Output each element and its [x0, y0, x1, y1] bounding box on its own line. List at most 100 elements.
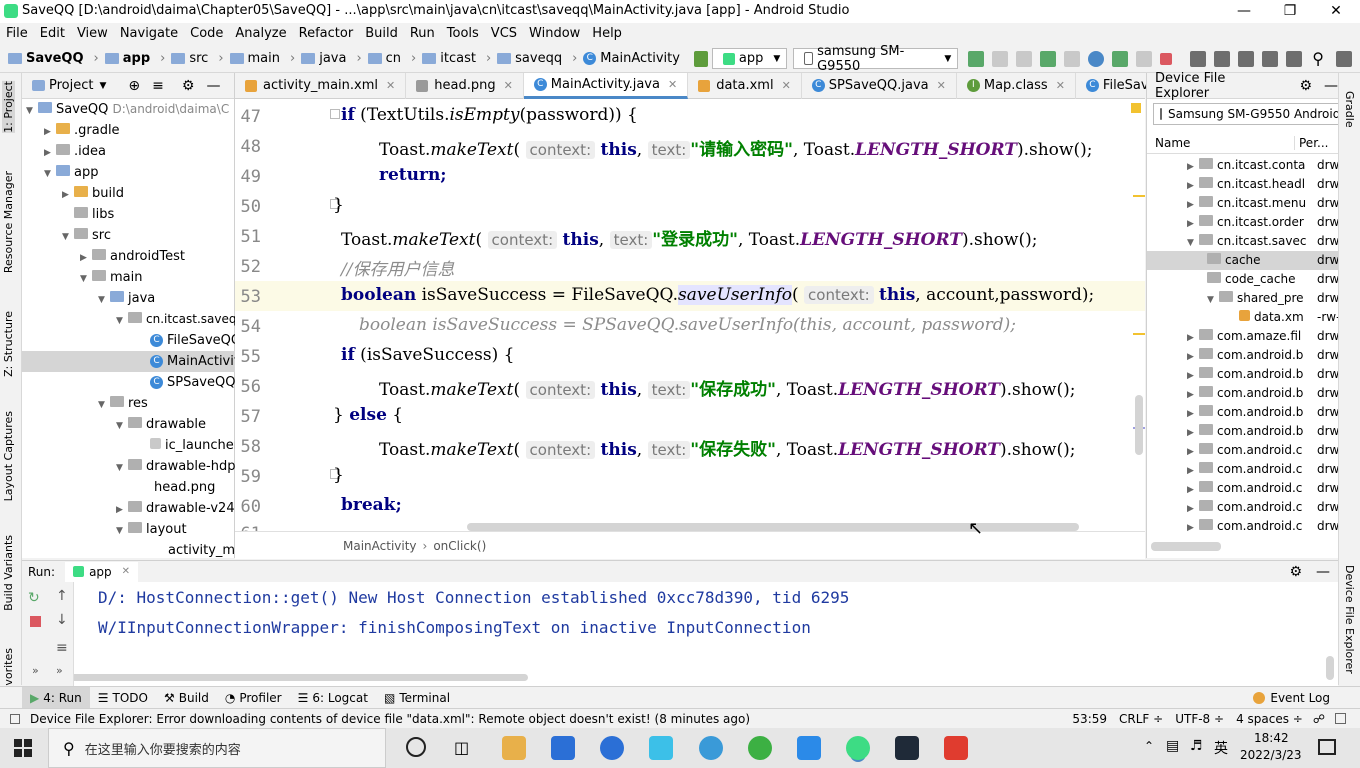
code-editor[interactable]: 47 48 49 50 51 52 53 54 55 56 57 58 59 6… [235, 99, 1145, 531]
device-row[interactable]: ▶ com.android.c drwx [1147, 479, 1346, 498]
feishu-icon[interactable] [797, 736, 821, 760]
menu-file[interactable]: File [0, 23, 34, 45]
tree-item-gradle[interactable]: ▶ .gradle [44, 120, 120, 141]
close-icon[interactable]: ✕ [782, 79, 791, 92]
device-row[interactable]: ▶ com.android.b drwx [1147, 365, 1346, 384]
vertical-scrollbar[interactable] [1326, 656, 1334, 680]
horizontal-scrollbar[interactable] [48, 674, 528, 681]
device-row[interactable]: ▼ shared_pre drwx [1147, 289, 1346, 308]
close-icon[interactable]: ✕ [937, 79, 946, 92]
device-row[interactable]: ▼ cn.itcast.savec drwx [1147, 232, 1346, 251]
tree-item-java[interactable]: ▼ java [98, 288, 155, 309]
device-row[interactable]: ▶ cn.itcast.order drwx [1147, 213, 1346, 232]
tool-tab-device-file-explorer[interactable]: Device File Explorer [1343, 565, 1356, 674]
store-icon[interactable] [551, 736, 575, 760]
volume-icon[interactable]: ♬ [1190, 738, 1203, 754]
line-separator[interactable]: CRLF ÷ [1119, 712, 1163, 726]
tree-item-layout[interactable]: ▼ layout [116, 519, 187, 540]
device-row[interactable]: ▶ com.android.b drwx [1147, 384, 1346, 403]
hide-icon[interactable]: — [1316, 564, 1330, 580]
menu-view[interactable]: View [71, 23, 114, 45]
tool-tab-structure[interactable]: Z: Structure [2, 311, 15, 377]
status-message[interactable]: Device File Explorer: Error downloading … [30, 712, 750, 726]
hammer-icon[interactable] [693, 50, 708, 67]
device-row[interactable]: ▶ com.android.c drwx [1147, 517, 1346, 536]
tree-item-src[interactable]: ▼ src [62, 225, 111, 246]
run-tab-app[interactable]: app ✕ [65, 561, 139, 582]
device-select[interactable]: Samsung SM-G9550 Android [1153, 103, 1339, 125]
tool-tab-profiler[interactable]: ◔ Profiler [217, 687, 290, 709]
browser-360-icon[interactable] [748, 736, 772, 760]
tree-item-res[interactable]: ▼ res [98, 393, 148, 414]
device-row[interactable]: ▶ com.amaze.fil drwx [1147, 327, 1346, 346]
run-console[interactable]: D/: HostConnection::get() New Host Conne… [22, 582, 1338, 686]
profile-icon[interactable] [1088, 50, 1105, 67]
tree-item-mainactivity[interactable]: CMainActivity [22, 351, 235, 372]
editor-crumb-method[interactable]: onClick() [433, 539, 486, 553]
menu-refactor[interactable]: Refactor [293, 23, 360, 45]
breadcrumb-saveqq[interactable]: SaveQQ [8, 51, 84, 66]
tool-tab-layout-captures[interactable]: Layout Captures [2, 411, 15, 501]
close-icon[interactable]: ✕ [668, 78, 677, 91]
hide-icon[interactable]: — [1324, 78, 1338, 94]
file-encoding[interactable]: UTF-8 ÷ [1175, 712, 1224, 726]
device-row[interactable]: ▶ com.android.b drwx [1147, 422, 1346, 441]
breadcrumb-cn[interactable]: cn [367, 51, 401, 66]
tree-item-idea[interactable]: ▶ .idea [44, 141, 106, 162]
arrow-up-icon[interactable]: ↑ [56, 588, 68, 604]
gear-icon[interactable]: ⚙ [182, 78, 195, 94]
error-stripe-marker[interactable] [1133, 195, 1145, 197]
tool-tab-project[interactable]: 1: Project [2, 81, 15, 133]
hide-icon[interactable]: — [206, 78, 220, 94]
menu-navigate[interactable]: Navigate [114, 23, 184, 45]
tree-item-build[interactable]: ▶ build [62, 183, 124, 204]
rerun-icon[interactable]: ↻ [28, 590, 40, 606]
tab-map-class[interactable]: I Map.class ✕ [957, 72, 1076, 99]
breadcrumb-mainactivity[interactable]: C MainActivity [583, 51, 680, 66]
lock-icon[interactable]: ☍ [1313, 712, 1325, 726]
close-icon[interactable]: ✕ [122, 566, 130, 577]
tree-item-head-png[interactable]: head.png [154, 477, 215, 498]
tab-data-xml[interactable]: data.xml ✕ [688, 72, 802, 99]
network-icon[interactable]: ▤ [1166, 738, 1179, 754]
apply-code-icon[interactable] [992, 50, 1009, 67]
gear-icon[interactable]: ⚙ [1299, 78, 1312, 94]
menu-build[interactable]: Build [359, 23, 404, 45]
tool-tab-run[interactable]: ▶ 4: Run [22, 686, 90, 709]
tab-spsaveqq-java[interactable]: C SPSaveQQ.java ✕ [802, 72, 957, 99]
menu-help[interactable]: Help [586, 23, 628, 45]
sdk-manager-icon[interactable] [1262, 50, 1279, 67]
stop-icon[interactable] [1160, 52, 1173, 65]
device-row[interactable]: code_cache drwx [1147, 270, 1346, 289]
avd-manager-icon[interactable] [1214, 50, 1231, 67]
horizontal-scrollbar[interactable] [467, 523, 1079, 531]
tree-item-spsaveqq[interactable]: C SPSaveQQ [150, 372, 235, 393]
device-row[interactable]: ▶ com.android.b drwx [1147, 346, 1346, 365]
menu-window[interactable]: Window [523, 23, 586, 45]
search-icon[interactable]: ⚲ [1312, 49, 1324, 68]
column-permissions[interactable]: Per... [1295, 136, 1328, 150]
indent-setting[interactable]: 4 spaces ÷ [1236, 712, 1303, 726]
tree-item-activity-main[interactable]: activity_mai [168, 540, 235, 561]
menu-tools[interactable]: Tools [441, 23, 485, 45]
chevron-down-icon[interactable]: ▼ [99, 81, 106, 91]
collapse-icon[interactable]: ≡ [152, 78, 164, 94]
breadcrumb-saveqq-pkg[interactable]: saveqq [497, 51, 562, 66]
taskbar-search[interactable]: ⚲ 在这里输入你要搜索的内容 [48, 728, 386, 768]
gear-icon[interactable]: ⚙ [1289, 564, 1302, 580]
device-row[interactable]: ▶ cn.itcast.menu drwx [1147, 194, 1346, 213]
menu-vcs[interactable]: VCS [485, 23, 523, 45]
file-explorer-icon[interactable] [502, 736, 526, 760]
device-row[interactable]: ▶ cn.itcast.headl drwx [1147, 175, 1346, 194]
settings-icon[interactable] [1286, 50, 1303, 67]
nox-player-icon[interactable] [895, 736, 919, 760]
arrow-down-icon[interactable]: ↓ [56, 612, 68, 628]
tool-tab-todo[interactable]: ☰ TODO [90, 687, 156, 709]
tree-item-drawable-v24[interactable]: ▶ drawable-v24 [116, 498, 235, 519]
tool-tab-resource-manager[interactable]: Resource Manager [2, 171, 15, 273]
device-row-selected[interactable]: cache drwx [1147, 251, 1346, 270]
cortana-icon[interactable] [406, 737, 426, 757]
tree-item-libs[interactable]: libs [74, 204, 114, 225]
fold-marker-icon[interactable] [330, 109, 340, 119]
tab-mainactivity-java[interactable]: C MainActivity.java ✕ [523, 72, 689, 99]
